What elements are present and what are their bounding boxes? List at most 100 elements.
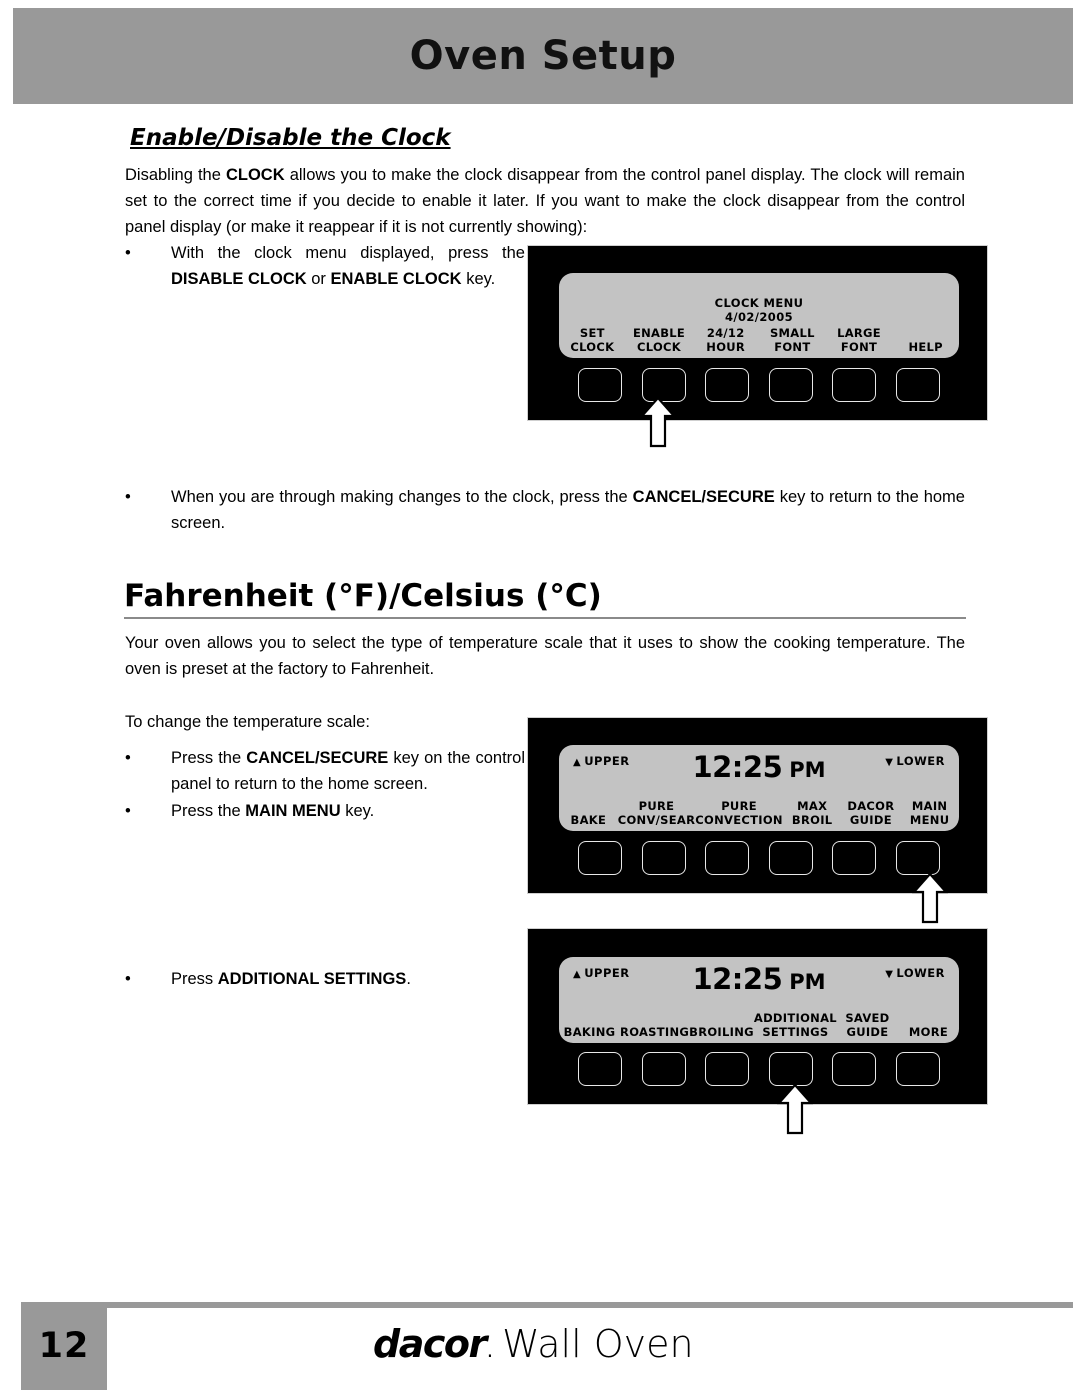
s2b3-part2: . (406, 970, 411, 988)
section2-bullet-3: • Press ADDITIONAL SETTINGS. (125, 966, 525, 992)
softkey-label-dacor-guide: DACOR GUIDE (842, 799, 901, 827)
key-24-12-hour[interactable] (705, 368, 750, 402)
softkey-label-set-clock: SET CLOCK (559, 326, 626, 354)
key-baking[interactable] (578, 1052, 622, 1086)
softkey-label-line1: SET (579, 326, 605, 340)
softkey-label-saved-guide: SAVED GUIDE (837, 1011, 898, 1039)
softkey-label-line2: MORE (908, 1024, 949, 1039)
bullet-text: When you are through making changes to t… (171, 484, 965, 536)
display-clock-main-menu: 12:25 PM (559, 962, 959, 996)
key-help[interactable] (895, 368, 940, 402)
section2-intro-paragraph: Your oven allows you to select the type … (125, 634, 965, 678)
b2-part1: When you are through making changes to t… (171, 488, 633, 506)
softkey-label-line2: BAKE (570, 812, 607, 827)
softkey-label-line2: ROASTING (620, 1024, 690, 1039)
display-softkey-labels-home: BAKE PURE CONV/SEAR PURE CONVECTION MAX … (559, 797, 959, 827)
key-small-font[interactable] (768, 368, 813, 402)
brand-logo-dot: . (486, 1338, 494, 1362)
intro-text-part1: Disabling the (125, 166, 226, 184)
key-max-broil[interactable] (768, 841, 813, 875)
key-main-menu[interactable] (895, 841, 940, 875)
key-more[interactable] (895, 1052, 940, 1086)
softkey-label-line2: BROILING (689, 1024, 754, 1039)
display-clock-home: 12:25 PM (559, 750, 959, 784)
softkey-label-more: MORE (898, 1024, 959, 1040)
b1-part2: or (306, 270, 331, 288)
s2b2-part1: Press the (171, 802, 246, 820)
control-panel-display-home: ▲ UPPER ▼ LOWER 12:25 PM BAKE PURE CONV/SEA… (559, 745, 959, 831)
softkey-label-line1: SMALL (769, 326, 815, 340)
clock-time: 12:25 (692, 962, 783, 996)
softkey-label-additional-settings: ADDITIONAL SETTINGS (753, 1011, 837, 1039)
bullet-dot: • (125, 970, 131, 988)
b1-bold-disable-clock: DISABLE CLOCK (171, 270, 307, 288)
softkey-label-line2: HOUR (706, 339, 746, 354)
section2-lead-in: To change the temperature scale: (125, 713, 370, 731)
s2b3-bold-additional-settings: ADDITIONAL SETTINGS (217, 970, 407, 988)
key-saved-guide[interactable] (832, 1052, 877, 1086)
control-panel-clock-menu: CLOCK MENU 4/02/2005 SET CLOCK ENABLE CL… (527, 245, 988, 421)
clock-time: 12:25 (692, 750, 783, 784)
key-bake[interactable] (578, 841, 622, 875)
section-heading-fahrenheit-celsius: Fahrenheit (°F)/Celsius (°C) (124, 578, 602, 614)
key-pure-convection[interactable] (705, 841, 750, 875)
section2-bullet-2: • Press the MAIN MENU key. (125, 798, 525, 824)
section-heading-enable-disable-clock: Enable/Disable the Clock (130, 125, 451, 151)
control-panel-keys-clock-menu (578, 368, 940, 402)
softkey-label-line1: ADDITIONAL (753, 1011, 837, 1025)
softkey-label-broiling: BROILING (689, 1024, 754, 1040)
softkey-label-line2: MENU (909, 812, 950, 827)
key-additional-settings[interactable] (768, 1052, 813, 1086)
bullet-dot: • (125, 488, 131, 506)
key-pure-conv-sear[interactable] (641, 841, 686, 875)
softkey-label-line1: ENABLE (632, 326, 686, 340)
softkey-label-main-menu: MAIN MENU (900, 799, 959, 827)
softkey-label-line2: CLOCK (570, 339, 615, 354)
b2-bold-cancel-secure: CANCEL/SECURE (632, 488, 775, 506)
s2b2-bold-main-menu: MAIN MENU (245, 802, 341, 820)
page-number: 12 (38, 1326, 90, 1366)
control-panel-home-screen: ▲ UPPER ▼ LOWER 12:25 PM BAKE PURE CONV/SEA… (527, 717, 988, 894)
softkey-label-line1: MAIN (911, 799, 948, 813)
softkey-label-line2: CONVECTION (695, 812, 783, 827)
b1-part1: With the clock menu displayed, press the (171, 244, 525, 262)
bullet-text: With the clock menu displayed, press the… (171, 240, 525, 292)
key-large-font[interactable] (832, 368, 877, 402)
control-panel-keys-main-menu (578, 1052, 940, 1086)
pointer-arrow-enable-clock-icon (640, 396, 676, 448)
s2b3-part1: Press (171, 970, 218, 988)
s2b1-part1: Press the (171, 749, 247, 767)
key-set-clock[interactable] (578, 368, 622, 402)
softkey-label-line2: CONV/SEAR (617, 812, 696, 827)
softkey-label-24-12-hour: 24/12 HOUR (692, 326, 759, 354)
softkey-label-line2: FONT (840, 339, 878, 354)
softkey-label-line1: DACOR (847, 799, 895, 813)
brand-product-name: Wall Oven (502, 1322, 694, 1366)
softkey-label-bake: BAKE (559, 812, 618, 828)
softkey-label-line1: SAVED (845, 1011, 890, 1025)
footer-page-number-box: 12 (21, 1302, 107, 1390)
section1-bullet-2: • When you are through making changes to… (125, 484, 965, 536)
softkey-label-small-font: SMALL FONT (759, 326, 826, 354)
b1-bold-enable-clock: ENABLE CLOCK (330, 270, 462, 288)
softkey-label-line1: PURE (638, 799, 675, 813)
softkey-label-line1: 24/12 (706, 326, 745, 340)
bullet-dot: • (125, 802, 131, 820)
softkey-label-large-font: LARGE FONT (826, 326, 893, 354)
pointer-arrow-additional-settings-icon (777, 1083, 813, 1135)
key-roasting[interactable] (641, 1052, 686, 1086)
brand-logo-dacor: dacor (373, 1322, 487, 1366)
bullet-text: Press the CANCEL/SECURE key on the contr… (171, 745, 525, 797)
section1-bullet-1: • With the clock menu displayed, press t… (125, 240, 525, 292)
s2b1-bold-cancel-secure: CANCEL/SECURE (246, 749, 389, 767)
softkey-label-line2: BROIL (791, 812, 833, 827)
control-panel-display-main-menu: ▲UPPER ▼LOWER 12:25PM BAKING ROASTING (559, 957, 959, 1043)
key-broiling[interactable] (705, 1052, 750, 1086)
softkey-label-line2: CLOCK (637, 339, 681, 354)
bullet-text: Press ADDITIONAL SETTINGS. (171, 966, 525, 992)
bullet-text: Press the MAIN MENU key. (171, 798, 525, 824)
softkey-label-line1: MAX (797, 799, 828, 813)
key-dacor-guide[interactable] (832, 841, 877, 875)
softkey-label-help: HELP (892, 340, 959, 355)
softkey-label-line2: SETTINGS (762, 1024, 829, 1039)
